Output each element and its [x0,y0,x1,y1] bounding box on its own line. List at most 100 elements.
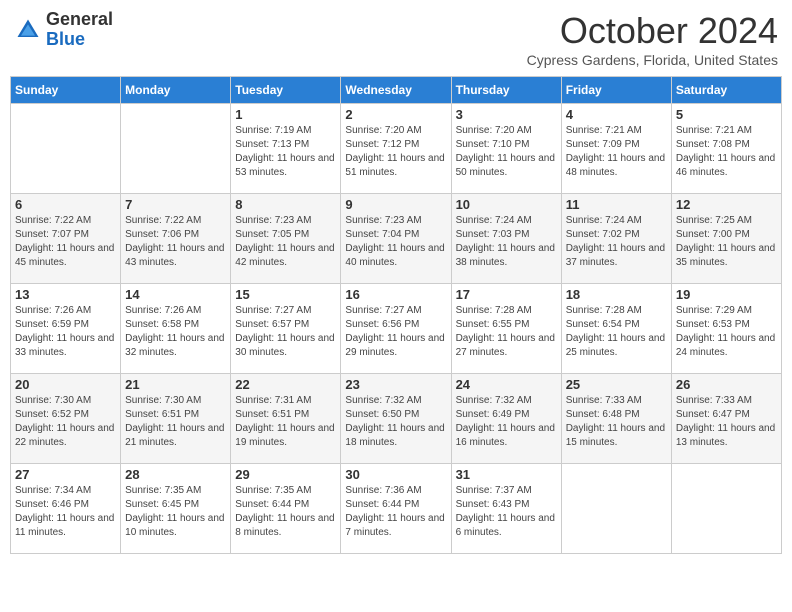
calendar-header-monday: Monday [121,77,231,104]
calendar-cell: 8 Sunrise: 7:23 AM Sunset: 7:05 PM Daylig… [231,194,341,284]
day-info: Sunrise: 7:23 AM Sunset: 7:04 PM Dayligh… [345,214,446,270]
day-number: 18 [566,287,667,302]
calendar-cell: 20 Sunrise: 7:30 AM Sunset: 6:52 PM Dayli… [11,374,121,464]
day-info: Sunrise: 7:20 AM Sunset: 7:12 PM Dayligh… [345,124,446,180]
day-number: 11 [566,197,667,212]
calendar-cell: 31 Sunrise: 7:37 AM Sunset: 6:43 PM Dayli… [451,464,561,554]
day-number: 9 [345,197,446,212]
calendar-cell: 2 Sunrise: 7:20 AM Sunset: 7:12 PM Daylig… [341,104,451,194]
page-header: General Blue October 2024 Cypress Garden… [10,10,782,68]
day-info: Sunrise: 7:19 AM Sunset: 7:13 PM Dayligh… [235,124,336,180]
calendar-cell: 27Sunrise: 7:34 AM Sunset: 6:46 PM Dayli… [11,464,121,554]
calendar-week-0: 1 Sunrise: 7:19 AM Sunset: 7:13 PM Daylig… [11,104,782,194]
calendar-cell: 13Sunrise: 7:26 AM Sunset: 6:59 PM Dayli… [11,284,121,374]
calendar-cell [561,464,671,554]
logo-icon [14,16,42,44]
calendar-cell: 9 Sunrise: 7:23 AM Sunset: 7:04 PM Daylig… [341,194,451,284]
calendar-cell: 3Sunrise: 7:20 AM Sunset: 7:10 PM Daylig… [451,104,561,194]
calendar-header-friday: Friday [561,77,671,104]
day-number: 12 [676,197,777,212]
day-number: 16 [345,287,446,302]
calendar-table: SundayMondayTuesdayWednesdayThursdayFrid… [10,76,782,554]
calendar-cell [11,104,121,194]
day-info: Sunrise: 7:37 AM Sunset: 6:43 PM Dayligh… [456,484,557,540]
day-number: 29 [235,467,336,482]
day-number: 25 [566,377,667,392]
day-info: Sunrise: 7:20 AM Sunset: 7:10 PM Dayligh… [456,124,557,180]
calendar-cell: 7Sunrise: 7:22 AM Sunset: 7:06 PM Daylig… [121,194,231,284]
day-number: 2 [345,107,446,122]
calendar-cell [671,464,781,554]
day-info: Sunrise: 7:33 AM Sunset: 6:47 PM Dayligh… [676,394,777,450]
logo-general: General [46,10,113,30]
day-info: Sunrise: 7:30 AM Sunset: 6:51 PM Dayligh… [125,394,226,450]
calendar-header-thursday: Thursday [451,77,561,104]
day-info: Sunrise: 7:33 AM Sunset: 6:48 PM Dayligh… [566,394,667,450]
day-info: Sunrise: 7:29 AM Sunset: 6:53 PM Dayligh… [676,304,777,360]
day-info: Sunrise: 7:35 AM Sunset: 6:44 PM Dayligh… [235,484,336,540]
day-info: Sunrise: 7:25 AM Sunset: 7:00 PM Dayligh… [676,214,777,270]
day-info: Sunrise: 7:32 AM Sunset: 6:49 PM Dayligh… [456,394,557,450]
day-number: 10 [456,197,557,212]
day-info: Sunrise: 7:23 AM Sunset: 7:05 PM Dayligh… [235,214,336,270]
calendar-cell: 11 Sunrise: 7:24 AM Sunset: 7:02 PM Dayli… [561,194,671,284]
day-info: Sunrise: 7:21 AM Sunset: 7:09 PM Dayligh… [566,124,667,180]
calendar-cell: 10 Sunrise: 7:24 AM Sunset: 7:03 PM Dayli… [451,194,561,284]
day-number: 21 [125,377,226,392]
calendar-cell: 29 Sunrise: 7:35 AM Sunset: 6:44 PM Dayli… [231,464,341,554]
logo: General Blue [14,10,113,50]
calendar-cell: 26Sunrise: 7:33 AM Sunset: 6:47 PM Dayli… [671,374,781,464]
day-number: 23 [345,377,446,392]
location: Cypress Gardens, Florida, United States [527,52,778,68]
day-info: Sunrise: 7:22 AM Sunset: 7:06 PM Dayligh… [125,214,226,270]
calendar-header-saturday: Saturday [671,77,781,104]
day-number: 20 [15,377,116,392]
day-info: Sunrise: 7:32 AM Sunset: 6:50 PM Dayligh… [345,394,446,450]
title-section: October 2024 Cypress Gardens, Florida, U… [527,10,778,68]
day-number: 24 [456,377,557,392]
calendar-week-2: 13Sunrise: 7:26 AM Sunset: 6:59 PM Dayli… [11,284,782,374]
calendar-cell: 4 Sunrise: 7:21 AM Sunset: 7:09 PM Daylig… [561,104,671,194]
calendar-header-row: SundayMondayTuesdayWednesdayThursdayFrid… [11,77,782,104]
day-number: 19 [676,287,777,302]
calendar-cell: 30 Sunrise: 7:36 AM Sunset: 6:44 PM Dayli… [341,464,451,554]
calendar-week-3: 20 Sunrise: 7:30 AM Sunset: 6:52 PM Dayli… [11,374,782,464]
calendar-cell: 1 Sunrise: 7:19 AM Sunset: 7:13 PM Daylig… [231,104,341,194]
month-title: October 2024 [527,10,778,52]
day-info: Sunrise: 7:24 AM Sunset: 7:03 PM Dayligh… [456,214,557,270]
day-info: Sunrise: 7:28 AM Sunset: 6:54 PM Dayligh… [566,304,667,360]
day-info: Sunrise: 7:26 AM Sunset: 6:58 PM Dayligh… [125,304,226,360]
day-number: 22 [235,377,336,392]
logo-text: General Blue [46,10,113,50]
day-number: 1 [235,107,336,122]
day-number: 30 [345,467,446,482]
day-info: Sunrise: 7:28 AM Sunset: 6:55 PM Dayligh… [456,304,557,360]
calendar-cell: 24 Sunrise: 7:32 AM Sunset: 6:49 PM Dayli… [451,374,561,464]
day-info: Sunrise: 7:36 AM Sunset: 6:44 PM Dayligh… [345,484,446,540]
calendar-week-1: 6 Sunrise: 7:22 AM Sunset: 7:07 PM Daylig… [11,194,782,284]
calendar-cell: 17 Sunrise: 7:28 AM Sunset: 6:55 PM Dayli… [451,284,561,374]
calendar-header-sunday: Sunday [11,77,121,104]
day-number: 4 [566,107,667,122]
day-info: Sunrise: 7:34 AM Sunset: 6:46 PM Dayligh… [15,484,116,540]
calendar-header-tuesday: Tuesday [231,77,341,104]
day-number: 17 [456,287,557,302]
calendar-cell: 15Sunrise: 7:27 AM Sunset: 6:57 PM Dayli… [231,284,341,374]
calendar-cell: 19 Sunrise: 7:29 AM Sunset: 6:53 PM Dayli… [671,284,781,374]
calendar-cell: 12 Sunrise: 7:25 AM Sunset: 7:00 PM Dayli… [671,194,781,284]
calendar-cell: 23 Sunrise: 7:32 AM Sunset: 6:50 PM Dayli… [341,374,451,464]
day-info: Sunrise: 7:24 AM Sunset: 7:02 PM Dayligh… [566,214,667,270]
day-number: 6 [15,197,116,212]
day-info: Sunrise: 7:27 AM Sunset: 6:57 PM Dayligh… [235,304,336,360]
day-info: Sunrise: 7:30 AM Sunset: 6:52 PM Dayligh… [15,394,116,450]
day-info: Sunrise: 7:22 AM Sunset: 7:07 PM Dayligh… [15,214,116,270]
day-number: 13 [15,287,116,302]
day-info: Sunrise: 7:27 AM Sunset: 6:56 PM Dayligh… [345,304,446,360]
calendar-cell: 22 Sunrise: 7:31 AM Sunset: 6:51 PM Dayli… [231,374,341,464]
logo-blue: Blue [46,30,113,50]
day-number: 31 [456,467,557,482]
calendar-cell [121,104,231,194]
calendar-week-4: 27Sunrise: 7:34 AM Sunset: 6:46 PM Dayli… [11,464,782,554]
day-number: 8 [235,197,336,212]
day-info: Sunrise: 7:31 AM Sunset: 6:51 PM Dayligh… [235,394,336,450]
